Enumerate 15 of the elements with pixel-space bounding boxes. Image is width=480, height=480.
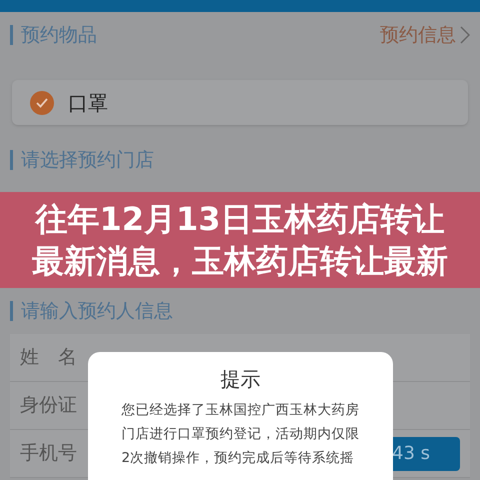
info-link[interactable]: 预约信息 xyxy=(380,20,470,50)
section-title: 预约物品 xyxy=(21,22,97,48)
field-label: 姓 名 xyxy=(20,345,77,370)
item-label: 口罩 xyxy=(68,90,108,116)
section-title: 请输入预约人信息 xyxy=(21,298,173,324)
banner-title: 往年12月13日玉林药店转让 xyxy=(35,199,445,240)
checkbox[interactable] xyxy=(30,90,54,114)
section-title: 请选择预约门店 xyxy=(21,148,154,173)
field-label: 手机号 xyxy=(20,441,77,466)
banner-title: 最新消息，玉林药店转让最新 xyxy=(32,241,448,282)
chevron-icon xyxy=(460,26,470,44)
check-icon xyxy=(36,98,48,108)
dialog-title: 提示 xyxy=(220,366,260,393)
field-label: 身份证 xyxy=(20,393,77,418)
dialog-message: 您已经选择了玉林国控广西玉林大药房 门店进行口罩预约登记，活动期内仅限 2次撤销操作，预约完成后等待系统摇 xyxy=(122,401,360,468)
